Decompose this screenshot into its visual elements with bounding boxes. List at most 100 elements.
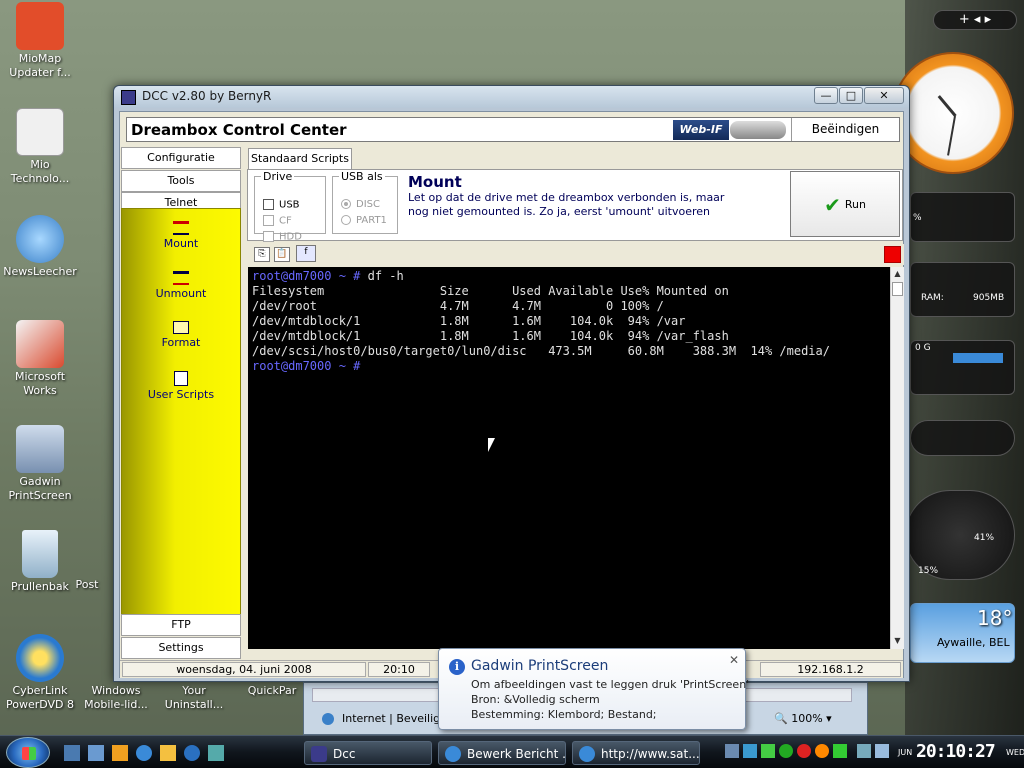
- nav-settings[interactable]: Settings: [121, 637, 241, 659]
- tray-red-icon[interactable]: [797, 744, 811, 758]
- paste-icon[interactable]: 📋: [274, 247, 290, 262]
- notification-balloon[interactable]: i Gadwin PrintScreen ✕ Om afbeeldingen v…: [438, 648, 750, 730]
- window-client: Dreambox Control Center Web-IF Beëindige…: [119, 111, 904, 678]
- desktop-icon-label: Microsoft Works: [14, 370, 66, 397]
- quick-launch-mail-icon[interactable]: [160, 745, 176, 761]
- telnet-terminal[interactable]: root@dm7000 ~ # df -h Filesystem Size Use…: [248, 267, 890, 649]
- scroll-thumb[interactable]: [892, 282, 903, 296]
- usb-disc-radio[interactable]: DISC: [341, 199, 380, 210]
- quick-launch-desktop-icon[interactable]: [64, 745, 80, 761]
- remote-control-icon[interactable]: [730, 121, 786, 139]
- nav-item-format[interactable]: Format: [122, 321, 240, 349]
- run-button[interactable]: ✔ Run: [790, 171, 900, 237]
- window-titlebar[interactable]: DCC v2.80 by BernyR — □ ✕: [114, 86, 909, 108]
- tray-app-icon[interactable]: [743, 744, 757, 758]
- quick-launch-media-icon[interactable]: [112, 745, 128, 761]
- dcc-icon: [311, 746, 327, 762]
- desktop-icon-post[interactable]: Post: [62, 578, 112, 592]
- windows-logo-icon: [22, 747, 36, 760]
- radio-label: PART1: [356, 215, 387, 226]
- copy-icon[interactable]: ⎘: [254, 247, 270, 262]
- desktop-icon-label: Your Uninstall...: [164, 684, 224, 711]
- script-panel: Drive USB CF HDD USB als DISC PART1 Moun…: [247, 169, 903, 243]
- tray-monitor-icon[interactable]: [857, 744, 871, 758]
- quick-launch-ie2-icon[interactable]: [184, 745, 200, 761]
- function-icon[interactable]: f: [296, 245, 316, 262]
- balloon-line: Om afbeeldingen vast te leggen druk 'Pri…: [471, 678, 750, 691]
- drive-hdd-checkbox[interactable]: HDD: [263, 231, 302, 243]
- taskbar-item-dcc[interactable]: Dcc: [304, 741, 432, 765]
- taskbar-item-http[interactable]: http://www.sat...: [572, 741, 700, 765]
- tray-green-icon[interactable]: [779, 744, 793, 758]
- taskbar: Dcc Bewerk Bericht ... http://www.sat...…: [0, 735, 1024, 768]
- nav-item-mount[interactable]: Mount: [122, 221, 240, 250]
- media-control-gadget[interactable]: [910, 420, 1015, 456]
- checkbox-label: HDD: [279, 231, 302, 243]
- system-tray: [725, 742, 895, 762]
- close-button[interactable]: ✕: [864, 87, 904, 104]
- quick-launch-switch-icon[interactable]: [88, 745, 104, 761]
- newsleecher-icon: [16, 215, 64, 263]
- sidebar-controls[interactable]: + ◂ ▸: [933, 10, 1017, 30]
- nav-tools[interactable]: Tools: [121, 170, 241, 192]
- tab-standaard-scripts[interactable]: Standaard Scripts: [248, 148, 352, 170]
- weather-gadget[interactable]: 18° Aywaille, BEL: [910, 603, 1015, 663]
- checkbox-box: [263, 215, 274, 226]
- tray-users-icon[interactable]: [761, 744, 775, 758]
- usb-als-legend: USB als: [341, 170, 383, 183]
- terminal-row: /dev/mtdblock/1 1.8M 1.6M 104.0k 94% /va…: [252, 329, 729, 343]
- drive-cf-checkbox[interactable]: CF: [263, 215, 292, 227]
- nav-item-user-scripts[interactable]: User Scripts: [122, 371, 240, 401]
- desktop-icon-newsleecher[interactable]: NewsLeecher: [0, 215, 80, 279]
- tray-orange-icon[interactable]: [815, 744, 829, 758]
- desktop-icon-windows-mobile[interactable]: Windows Mobile-lid...: [76, 684, 156, 712]
- nav-ftp[interactable]: FTP: [121, 614, 241, 636]
- scroll-up-icon[interactable]: ▲: [891, 267, 904, 281]
- desktop-icon-your-uninstaller[interactable]: Your Uninstall...: [154, 684, 234, 712]
- nav-item-unmount[interactable]: Unmount: [122, 271, 240, 300]
- beeindigen-button[interactable]: Beëindigen: [791, 118, 899, 141]
- cpu-meter-gadget[interactable]: 15% 41%: [905, 490, 1015, 580]
- ie-globe-icon: [322, 713, 334, 725]
- mount-icon: [173, 221, 189, 235]
- network-meter-gadget[interactable]: %: [910, 192, 1015, 242]
- desktop-icon-gadwin[interactable]: Gadwin PrintScreen: [0, 425, 80, 503]
- desktop-icon-miomap[interactable]: MioMap Updater f...: [0, 2, 80, 80]
- ie-zoom[interactable]: 🔍 100% ▾: [774, 712, 832, 725]
- desktop-icon-works[interactable]: Microsoft Works: [0, 320, 80, 398]
- window-title: DCC v2.80 by BernyR: [142, 89, 272, 103]
- taskbar-item-bewerk[interactable]: Bewerk Bericht ...: [438, 741, 566, 765]
- drive-usb-checkbox[interactable]: USB: [263, 199, 300, 211]
- cpu-ram-gadget[interactable]: RAM: 905MB: [910, 262, 1015, 317]
- clock-gadget[interactable]: [892, 52, 1014, 174]
- usb-part1-radio[interactable]: PART1: [341, 215, 387, 226]
- drive-meter-gadget[interactable]: 0 G: [910, 340, 1015, 395]
- terminal-command: df -h: [367, 269, 404, 283]
- webif-button[interactable]: Web-IF: [673, 120, 729, 140]
- mouse-cursor: [488, 438, 495, 452]
- desktop-icon-powerdvd[interactable]: CyberLink PowerDVD 8: [0, 634, 80, 712]
- status-ip: 192.168.1.2: [760, 662, 901, 677]
- desktop-icon-mio[interactable]: Mio Technolo...: [0, 108, 80, 186]
- tray-network-icon[interactable]: [725, 744, 739, 758]
- quick-launch-tool-icon[interactable]: [208, 745, 224, 761]
- checkmark-icon: ✔: [824, 193, 841, 217]
- mio-technology-icon: [16, 108, 64, 156]
- tray-volume-icon[interactable]: [875, 744, 889, 758]
- taskbar-clock[interactable]: JUN 20:10:27 WED: [898, 740, 1024, 766]
- maximize-button[interactable]: □: [839, 87, 863, 104]
- stop-icon[interactable]: [884, 246, 901, 263]
- weather-location: Aywaille, BEL: [937, 636, 1010, 649]
- terminal-scrollbar[interactable]: ▲ ▼: [890, 267, 904, 649]
- unmount-icon: [173, 271, 189, 285]
- balloon-close-icon[interactable]: ✕: [727, 653, 741, 667]
- tray-check-icon[interactable]: [833, 744, 847, 758]
- desktop-icon-quickpar[interactable]: QuickPar: [232, 684, 312, 698]
- nav-configuratie[interactable]: Configuratie: [121, 147, 241, 169]
- start-button[interactable]: [6, 737, 50, 768]
- user-scripts-icon: [174, 371, 188, 386]
- clock-minute-hand: [947, 115, 956, 156]
- scroll-down-icon[interactable]: ▼: [891, 634, 904, 648]
- minimize-button[interactable]: —: [814, 87, 838, 104]
- quick-launch-ie-icon[interactable]: [136, 745, 152, 761]
